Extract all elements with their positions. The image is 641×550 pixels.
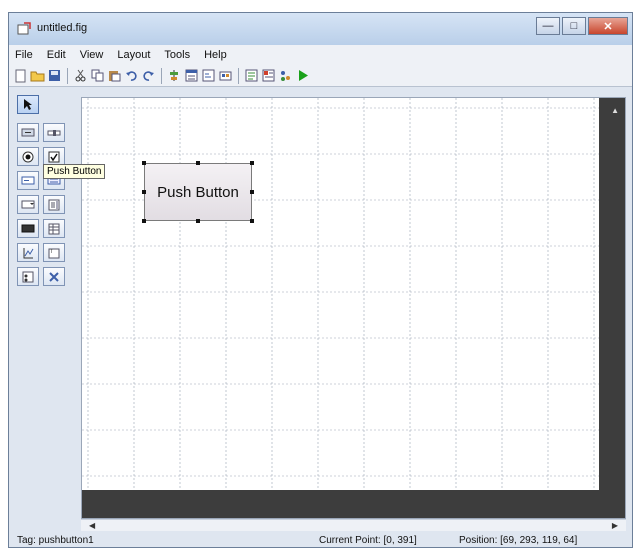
select-tool-button[interactable]: [17, 95, 39, 114]
menu-help[interactable]: Help: [204, 49, 227, 61]
run-figure-icon[interactable]: [295, 68, 310, 83]
pushbutton-tool-button[interactable]: [17, 123, 39, 142]
svg-text:T: T: [50, 249, 53, 255]
arrow-pointer-icon: [24, 99, 32, 110]
axes-icon: [23, 247, 34, 258]
cut-icon[interactable]: [73, 68, 88, 83]
figure-outer-area-bottom: [82, 490, 625, 518]
resize-handle[interactable]: [142, 219, 146, 223]
close-icon: ✕: [603, 20, 613, 33]
table-icon: [48, 223, 60, 234]
minimize-button[interactable]: —: [536, 17, 560, 35]
popupmenu-tool-button[interactable]: [17, 195, 39, 214]
tab-order-editor-icon[interactable]: [201, 68, 216, 83]
toggle-button-icon: [21, 224, 35, 233]
resize-handle[interactable]: [250, 219, 254, 223]
status-bar: Tag: pushbutton1 Current Point: [0, 391]…: [9, 533, 632, 548]
listbox-icon: [48, 199, 60, 210]
resize-handle[interactable]: [196, 161, 200, 165]
resize-handle[interactable]: [250, 161, 254, 165]
undo-icon[interactable]: [124, 68, 139, 83]
save-icon[interactable]: [47, 68, 62, 83]
component-palette: T: [17, 95, 77, 305]
panel-tool-button[interactable]: T: [43, 243, 65, 262]
menu-layout[interactable]: Layout: [117, 49, 150, 61]
activex-icon: [49, 271, 59, 282]
scroll-up-arrow-icon[interactable]: ▲: [611, 106, 619, 115]
buttongroup-tool-button[interactable]: [17, 267, 39, 286]
menu-bar: File Edit View Layout Tools Help: [9, 45, 632, 65]
window-title: untitled.fig: [37, 22, 88, 34]
copy-icon[interactable]: [90, 68, 105, 83]
minimize-icon: —: [542, 20, 554, 32]
toolbar-editor-icon[interactable]: [218, 68, 233, 83]
menu-edit[interactable]: Edit: [47, 49, 66, 61]
new-file-icon[interactable]: [13, 68, 28, 83]
resize-handle[interactable]: [196, 219, 200, 223]
toolbar-separator: [161, 67, 162, 84]
toolbar-separator: [67, 67, 68, 84]
edittext-tool-button[interactable]: [17, 171, 39, 190]
push-button-label: Push Button: [157, 183, 239, 201]
table-tool-button[interactable]: [43, 219, 65, 238]
button-group-icon: [22, 271, 34, 282]
figure-outer-area-right: [599, 98, 625, 518]
close-button[interactable]: ✕: [588, 17, 628, 35]
slider-icon: [47, 130, 61, 136]
layout-grid: [82, 98, 625, 518]
togglebutton-tool-button[interactable]: [17, 219, 39, 238]
push-button-component[interactable]: Push Button: [144, 163, 252, 221]
scroll-right-arrow-icon[interactable]: ▶: [612, 521, 618, 530]
menu-editor-icon[interactable]: [184, 68, 199, 83]
pushbutton-icon: [21, 128, 35, 137]
toolbar: [9, 65, 632, 87]
maximize-button[interactable]: □: [562, 17, 586, 35]
open-folder-icon[interactable]: [30, 68, 45, 83]
figure-icon: [17, 22, 31, 35]
maximize-icon: □: [570, 20, 578, 32]
align-objects-icon[interactable]: [167, 68, 182, 83]
popup-menu-icon: [21, 200, 35, 209]
axes-tool-button[interactable]: [17, 243, 39, 262]
toolbar-separator: [238, 67, 239, 84]
status-current-point: Current Point: [0, 391]: [319, 535, 417, 546]
palette-tooltip: Push Button: [43, 164, 106, 179]
menu-file[interactable]: File: [15, 49, 33, 61]
resize-handle[interactable]: [142, 190, 146, 194]
status-tag: Tag: pushbutton1: [17, 535, 94, 546]
activex-tool-button[interactable]: [43, 267, 65, 286]
scroll-left-arrow-icon[interactable]: ◀: [89, 521, 95, 530]
guide-window: untitled.fig — □ ✕ File Edit View Layout…: [8, 12, 633, 548]
status-position: Position: [69, 293, 119, 64]: [459, 535, 578, 546]
panel-icon: T: [48, 248, 60, 258]
resize-handle[interactable]: [250, 190, 254, 194]
menu-view[interactable]: View: [80, 49, 104, 61]
menu-tools[interactable]: Tools: [164, 49, 190, 61]
radiobutton-tool-button[interactable]: [17, 147, 39, 166]
m-file-editor-icon[interactable]: [244, 68, 259, 83]
object-browser-icon[interactable]: [278, 68, 293, 83]
title-bar: untitled.fig — □ ✕: [9, 13, 632, 45]
layout-canvas[interactable]: Push Button ▲: [81, 97, 626, 519]
slider-tool-button[interactable]: [43, 123, 65, 142]
listbox-tool-button[interactable]: [43, 195, 65, 214]
radio-button-icon: [22, 151, 34, 162]
paste-icon[interactable]: [107, 68, 122, 83]
property-inspector-icon[interactable]: [261, 68, 276, 83]
horizontal-scrollbar[interactable]: ◀ ▶: [81, 519, 626, 531]
redo-icon[interactable]: [141, 68, 156, 83]
resize-handle[interactable]: [142, 161, 146, 165]
edit-text-icon: [21, 176, 35, 185]
checkbox-icon: [48, 151, 60, 162]
